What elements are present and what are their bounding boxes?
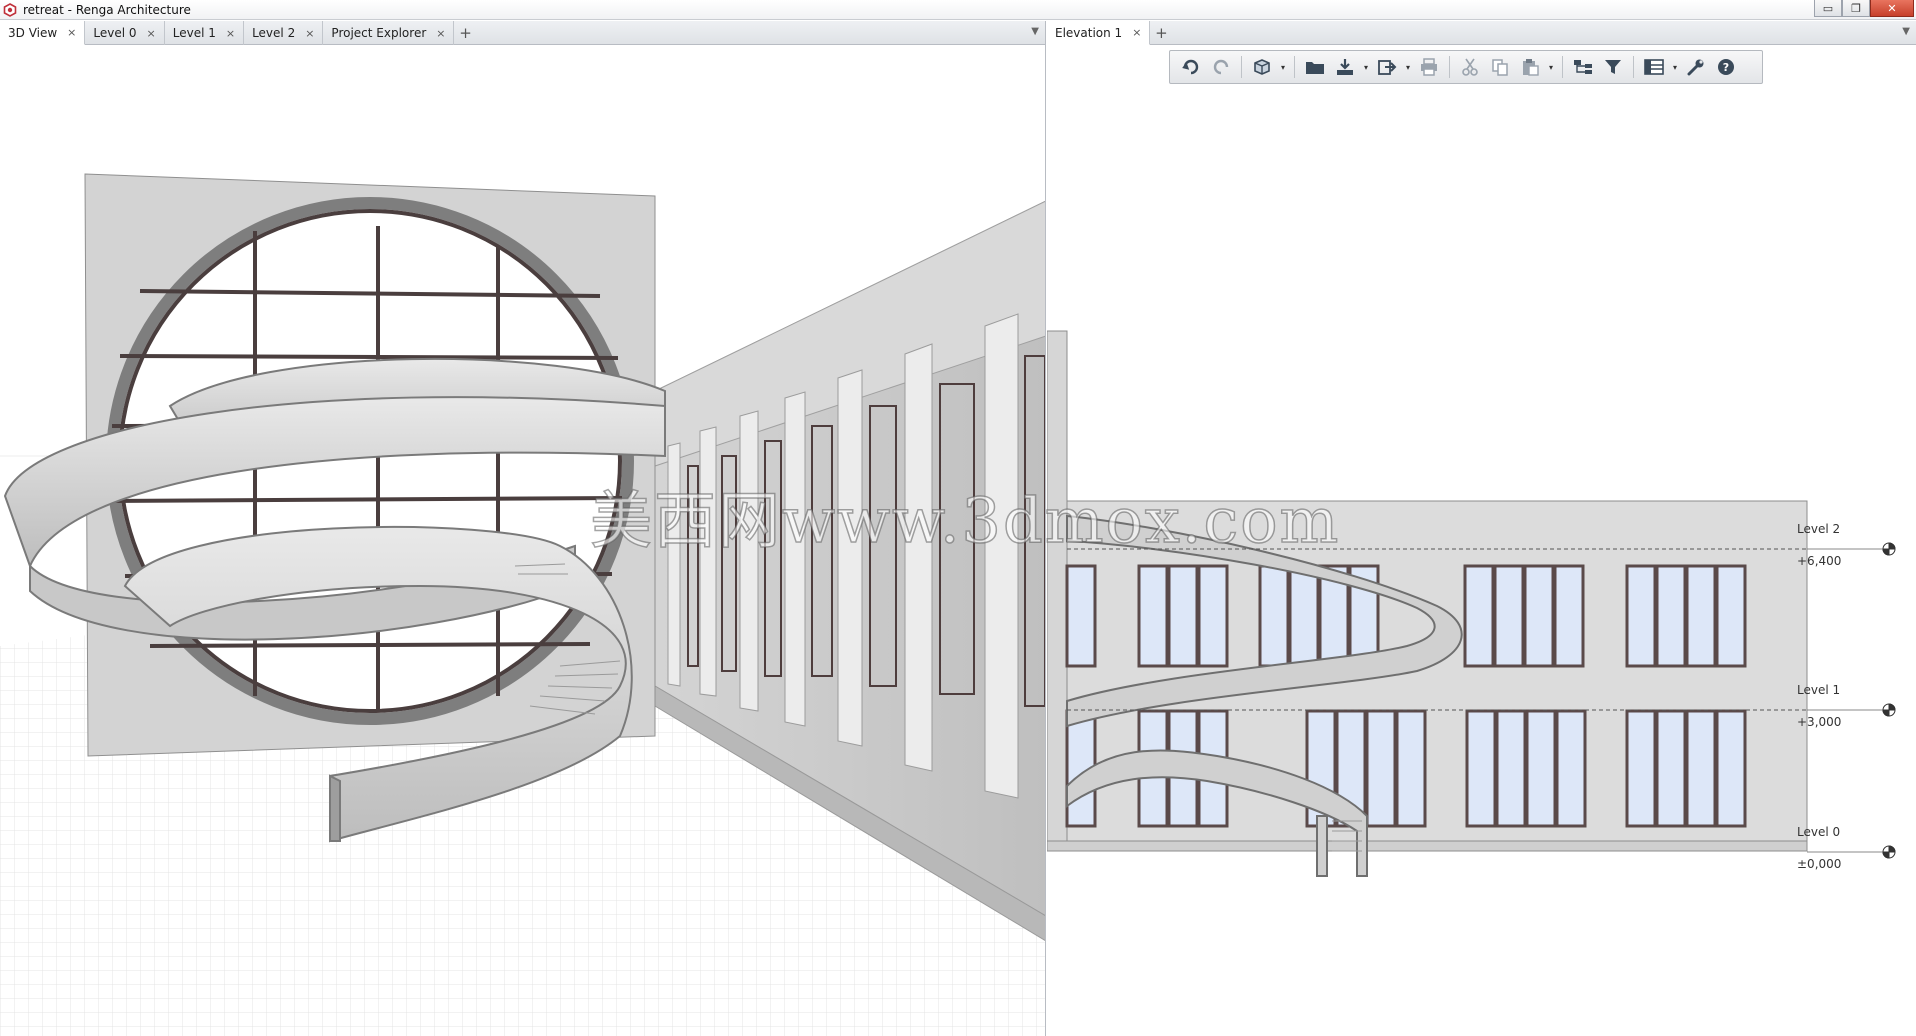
level-1-elevation: +3,000	[1797, 715, 1842, 729]
level-0-elevation: ±0,000	[1797, 857, 1842, 871]
right-tab-bar: Elevation 1 × + ▼	[1047, 21, 1916, 45]
tab-label: Level 1	[172, 26, 216, 40]
tab-menu-icon[interactable]: ▼	[1902, 26, 1910, 37]
minimize-button[interactable]: ▭	[1814, 0, 1842, 17]
level-1-name: Level 1	[1797, 683, 1841, 697]
tab-close-icon[interactable]: ×	[1132, 26, 1141, 39]
paste-dropdown-icon[interactable]: ▾	[1547, 63, 1555, 72]
left-tab-bar: 3D View × Level 0 × Level 1 × Level 2 × …	[0, 21, 1045, 45]
svg-text:?: ?	[1723, 61, 1729, 74]
help-icon[interactable]: ?	[1713, 54, 1739, 80]
filter-icon[interactable]	[1600, 54, 1626, 80]
export-dropdown-icon[interactable]: ▾	[1404, 63, 1412, 72]
view-cube-icon[interactable]	[1249, 54, 1275, 80]
save-icon[interactable]	[1332, 54, 1358, 80]
level-markers	[1807, 542, 1896, 859]
renga-app-icon	[3, 2, 17, 17]
toolbar-separator	[1241, 56, 1242, 78]
add-tab-button[interactable]: +	[1150, 21, 1172, 45]
undo-icon[interactable]	[1178, 54, 1204, 80]
add-tab-button[interactable]: +	[454, 21, 476, 45]
level-2-name: Level 2	[1797, 522, 1841, 536]
elevation-toolbar: ▾ ▾ ▾ ▾ ▾ ?	[1169, 50, 1763, 84]
save-dropdown-icon[interactable]: ▾	[1362, 63, 1370, 72]
table-icon[interactable]	[1641, 54, 1667, 80]
level-2-elevation: +6,400	[1797, 554, 1842, 568]
tab-level-1[interactable]: Level 1 ×	[165, 21, 245, 45]
tab-close-icon[interactable]: ×	[67, 26, 76, 39]
watermark-text: 美西网www.3dmox.com	[589, 483, 1341, 558]
restore-button[interactable]: ❐	[1842, 0, 1870, 17]
redo-icon[interactable]	[1208, 54, 1234, 80]
tab-label: Level 0	[93, 26, 137, 40]
toolbar-separator	[1562, 56, 1563, 78]
open-icon[interactable]	[1302, 54, 1328, 80]
tab-close-icon[interactable]: ×	[147, 27, 156, 40]
tab-project-explorer[interactable]: Project Explorer ×	[323, 21, 455, 45]
tab-menu-icon[interactable]: ▼	[1031, 26, 1039, 37]
view-cube-dropdown-icon[interactable]: ▾	[1279, 63, 1287, 72]
tab-label: Level 2	[252, 26, 296, 40]
tab-close-icon[interactable]: ×	[226, 27, 235, 40]
tab-level-2[interactable]: Level 2 ×	[244, 21, 324, 45]
toolbar-separator	[1449, 56, 1450, 78]
export-icon[interactable]	[1374, 54, 1400, 80]
copy-icon[interactable]	[1487, 54, 1513, 80]
tab-label: Elevation 1	[1055, 25, 1123, 40]
hierarchy-icon[interactable]	[1570, 54, 1596, 80]
wrench-icon[interactable]	[1683, 54, 1709, 80]
close-button[interactable]: ✕	[1870, 0, 1914, 17]
tab-elevation-1[interactable]: Elevation 1 ×	[1047, 21, 1151, 45]
print-icon[interactable]	[1416, 54, 1442, 80]
cut-icon[interactable]	[1457, 54, 1483, 80]
window-title: retreat - Renga Architecture	[23, 2, 191, 17]
toolbar-separator	[1633, 56, 1634, 78]
tab-close-icon[interactable]: ×	[436, 27, 445, 40]
paste-icon[interactable]	[1517, 54, 1543, 80]
tab-label: 3D View	[8, 25, 58, 40]
level-0-name: Level 0	[1797, 825, 1841, 839]
toolbar-separator	[1294, 56, 1295, 78]
window-controls: ▭ ❐ ✕	[1814, 0, 1914, 17]
tab-level-0[interactable]: Level 0 ×	[85, 21, 165, 45]
tab-3d-view[interactable]: 3D View ×	[0, 21, 86, 45]
tab-close-icon[interactable]: ×	[305, 27, 314, 40]
table-dropdown-icon[interactable]: ▾	[1671, 63, 1679, 72]
title-bar: retreat - Renga Architecture ▭ ❐ ✕	[0, 0, 1916, 20]
tab-label: Project Explorer	[331, 26, 427, 40]
